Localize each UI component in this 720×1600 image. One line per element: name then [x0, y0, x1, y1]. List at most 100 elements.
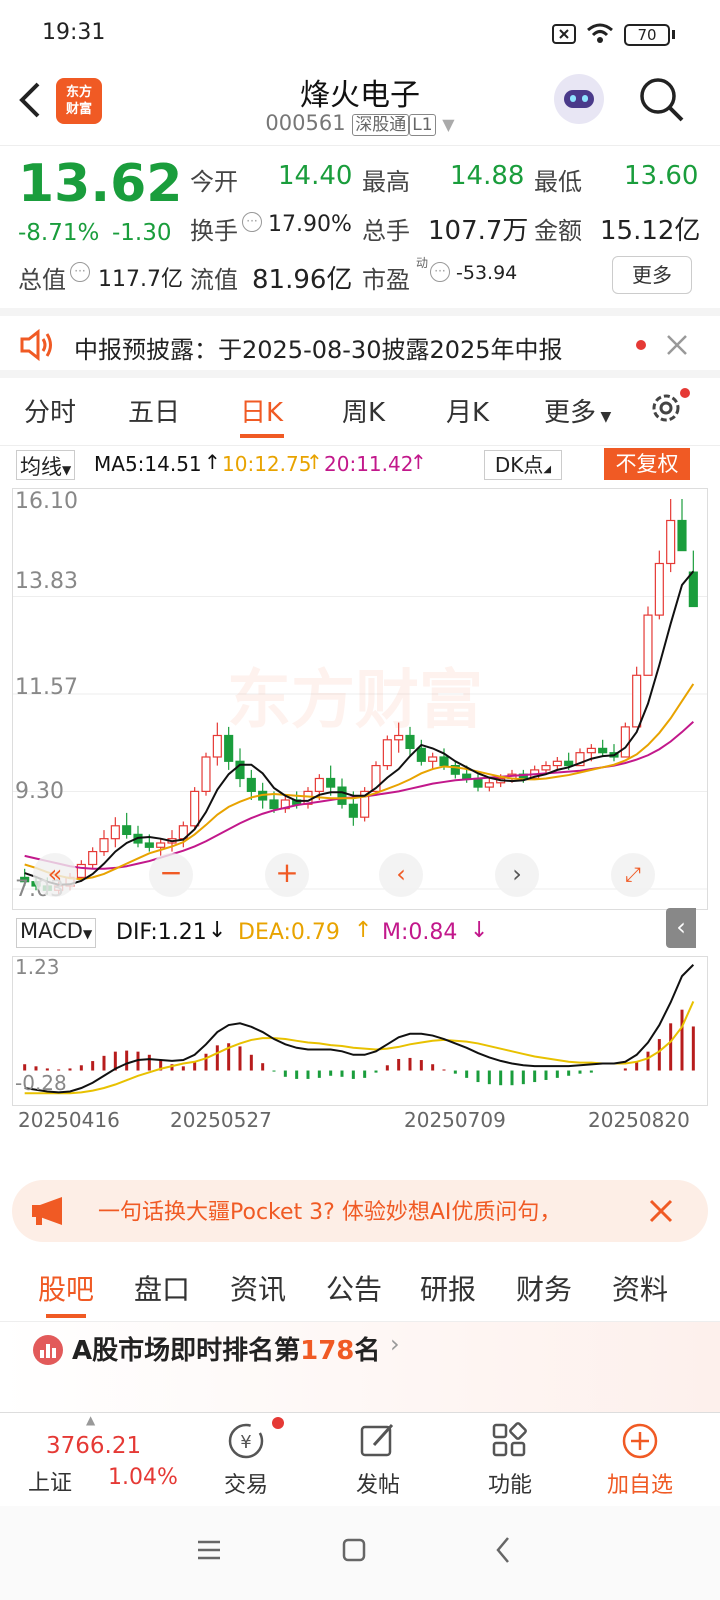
index-value[interactable]: 3766.21 — [46, 1433, 141, 1459]
dif-arrow: ↓ — [208, 918, 227, 943]
y-tick-3: 11.57 — [15, 675, 78, 700]
tab-guba[interactable]: 股吧 — [38, 1268, 94, 1308]
megaphone-icon — [32, 1197, 62, 1225]
close-icon[interactable] — [666, 334, 688, 356]
tab-announcements[interactable]: 公告 — [326, 1268, 382, 1308]
caret-down-icon: ▼ — [596, 409, 612, 425]
ma10-arrow: ↑ — [306, 450, 323, 474]
macd-y-tick-bottom: -0.28 — [15, 1071, 67, 1095]
tab-orderbook[interactable]: 盘口 — [134, 1268, 190, 1308]
trade-badge-dot — [272, 1417, 284, 1429]
chart-rewind-icon[interactable]: « — [33, 853, 77, 897]
chart-next-icon[interactable]: › — [495, 853, 539, 897]
ranking-chart-icon — [33, 1335, 63, 1365]
candle-body — [416, 747, 426, 762]
system-nav-bar — [0, 1506, 720, 1600]
more-quote-button[interactable]: 更多 — [612, 256, 692, 294]
ranking-number: 178 — [300, 1336, 355, 1366]
status-bar: 19:31 70 — [0, 0, 720, 66]
ai-assistant-avatar[interactable] — [554, 74, 604, 124]
candle-body — [88, 850, 98, 866]
tab-five-day[interactable]: 五日 — [128, 392, 180, 429]
candle-body — [620, 726, 630, 758]
ad-banner[interactable]: 一句话换大疆Pocket 3? 体验妙想AI优质问句， — [12, 1180, 708, 1242]
tab-profile[interactable]: 资料 — [612, 1268, 668, 1308]
pe-label: 市盈 — [362, 266, 410, 294]
close-icon[interactable] — [648, 1198, 674, 1224]
dea-arrow: ↑ — [354, 918, 373, 943]
high-label: 最高 — [362, 168, 410, 196]
tab-finance[interactable]: 财务 — [516, 1268, 572, 1308]
index-name[interactable]: 上证 — [28, 1465, 72, 1497]
nav-post[interactable]: 发帖 — [328, 1421, 428, 1499]
candle-body — [643, 614, 653, 676]
last-price: 13.62 — [18, 154, 183, 214]
kline-chart[interactable]: 东方财富 16.10 13.83 11.57 9.30 7.03 « − + ‹… — [12, 488, 708, 910]
candle-body — [564, 760, 574, 767]
candle-body — [122, 825, 132, 835]
battery-tip — [672, 30, 675, 39]
ma5-arrow: ↑ — [204, 450, 221, 474]
mktcap-label: 总值 — [18, 266, 66, 294]
turnover-info-icon[interactable]: ··· — [242, 212, 262, 232]
home-icon[interactable] — [342, 1538, 366, 1562]
collapse-panel-icon[interactable]: ‹ — [666, 908, 696, 948]
macd-selector[interactable]: MACD▼ — [16, 918, 97, 948]
notice-bar[interactable]: 中报预披露：于2025-08-30披露2025年中报 — [0, 308, 720, 378]
turnover-value: 17.90% — [268, 212, 352, 237]
candle-body — [201, 756, 211, 792]
ma20-arrow: ↑ — [410, 450, 427, 474]
ma-selector[interactable]: 均线▼ — [16, 450, 76, 480]
ranking-text: A股市场即时排名第178名 — [72, 1330, 380, 1367]
stock-code: 000561 — [265, 111, 346, 135]
candle-body — [144, 842, 154, 848]
open-label: 今开 — [190, 168, 238, 196]
menu-icon[interactable] — [196, 1538, 222, 1562]
stock-code-line[interactable]: 000561 深股通 L1 ▼ — [0, 110, 720, 136]
chart-zoom-out-icon[interactable]: − — [149, 853, 193, 897]
notice-unread-dot — [636, 340, 646, 350]
search-icon[interactable] — [638, 76, 686, 124]
gear-icon[interactable] — [648, 390, 684, 426]
candle-body — [269, 799, 279, 810]
macd-dif: DIF:1.21 — [116, 920, 207, 945]
level-tag: L1 — [409, 114, 436, 136]
macd-indicator-row: MACD▼ DIF:1.21 ↓ DEA:0.79 ↑ M:0.84 ↓ ‹ — [0, 908, 720, 954]
y-tick-1: 16.10 — [15, 489, 78, 514]
chart-zoom-in-icon[interactable]: + — [265, 853, 309, 897]
bottom-nav: ▲ 3766.21 上证 1.04% ¥ 交易 发帖 功能 加自选 — [0, 1412, 720, 1506]
mktcap-info-icon[interactable]: ··· — [70, 262, 90, 282]
nav-add-watchlist[interactable]: 加自选 — [590, 1421, 690, 1499]
tab-intraday[interactable]: 分时 — [24, 392, 76, 429]
candle-body — [156, 842, 166, 848]
nav-trade[interactable]: ¥ 交易 — [196, 1421, 296, 1499]
robot-eye-left — [570, 95, 576, 102]
chart-fullscreen-icon[interactable]: ⤢ — [611, 853, 655, 897]
tab-research[interactable]: 研报 — [420, 1268, 476, 1308]
change-pct: -8.71% — [18, 220, 100, 246]
grid-apps-icon — [492, 1422, 527, 1457]
tab-more[interactable]: 更多 ▼ — [544, 392, 611, 429]
float-value: 81.96亿 — [252, 265, 353, 295]
tab-daily-k[interactable]: 日K — [240, 392, 283, 429]
candle-body — [382, 739, 392, 767]
macd-chart[interactable]: 1.23 -0.28 — [12, 955, 708, 1106]
nav-trade-label: 交易 — [223, 1473, 268, 1498]
robot-face-icon — [564, 90, 594, 108]
pe-info-icon[interactable]: ··· — [430, 262, 450, 282]
tab-monthly-k[interactable]: 月K — [446, 392, 489, 429]
caret-down-icon: ▼ — [82, 927, 93, 941]
nav-add-label: 加自选 — [606, 1473, 673, 1498]
candle-body — [99, 838, 109, 853]
tab-news[interactable]: 资讯 — [230, 1268, 286, 1308]
adjust-mode-button[interactable]: 不复权 — [604, 448, 690, 480]
dk-point-toggle[interactable]: DK点◢ — [484, 450, 562, 480]
screen-record-icon — [552, 24, 576, 44]
index-change[interactable]: 1.04% — [108, 1465, 178, 1490]
nav-functions[interactable]: 功能 — [460, 1421, 560, 1499]
exchange-tag: 深股通 — [352, 114, 410, 136]
chart-prev-icon[interactable]: ‹ — [379, 853, 423, 897]
ranking-card[interactable]: A股市场即时排名第178名 › — [0, 1322, 720, 1412]
back-icon[interactable] — [494, 1536, 512, 1564]
tab-weekly-k[interactable]: 周K — [342, 392, 385, 429]
